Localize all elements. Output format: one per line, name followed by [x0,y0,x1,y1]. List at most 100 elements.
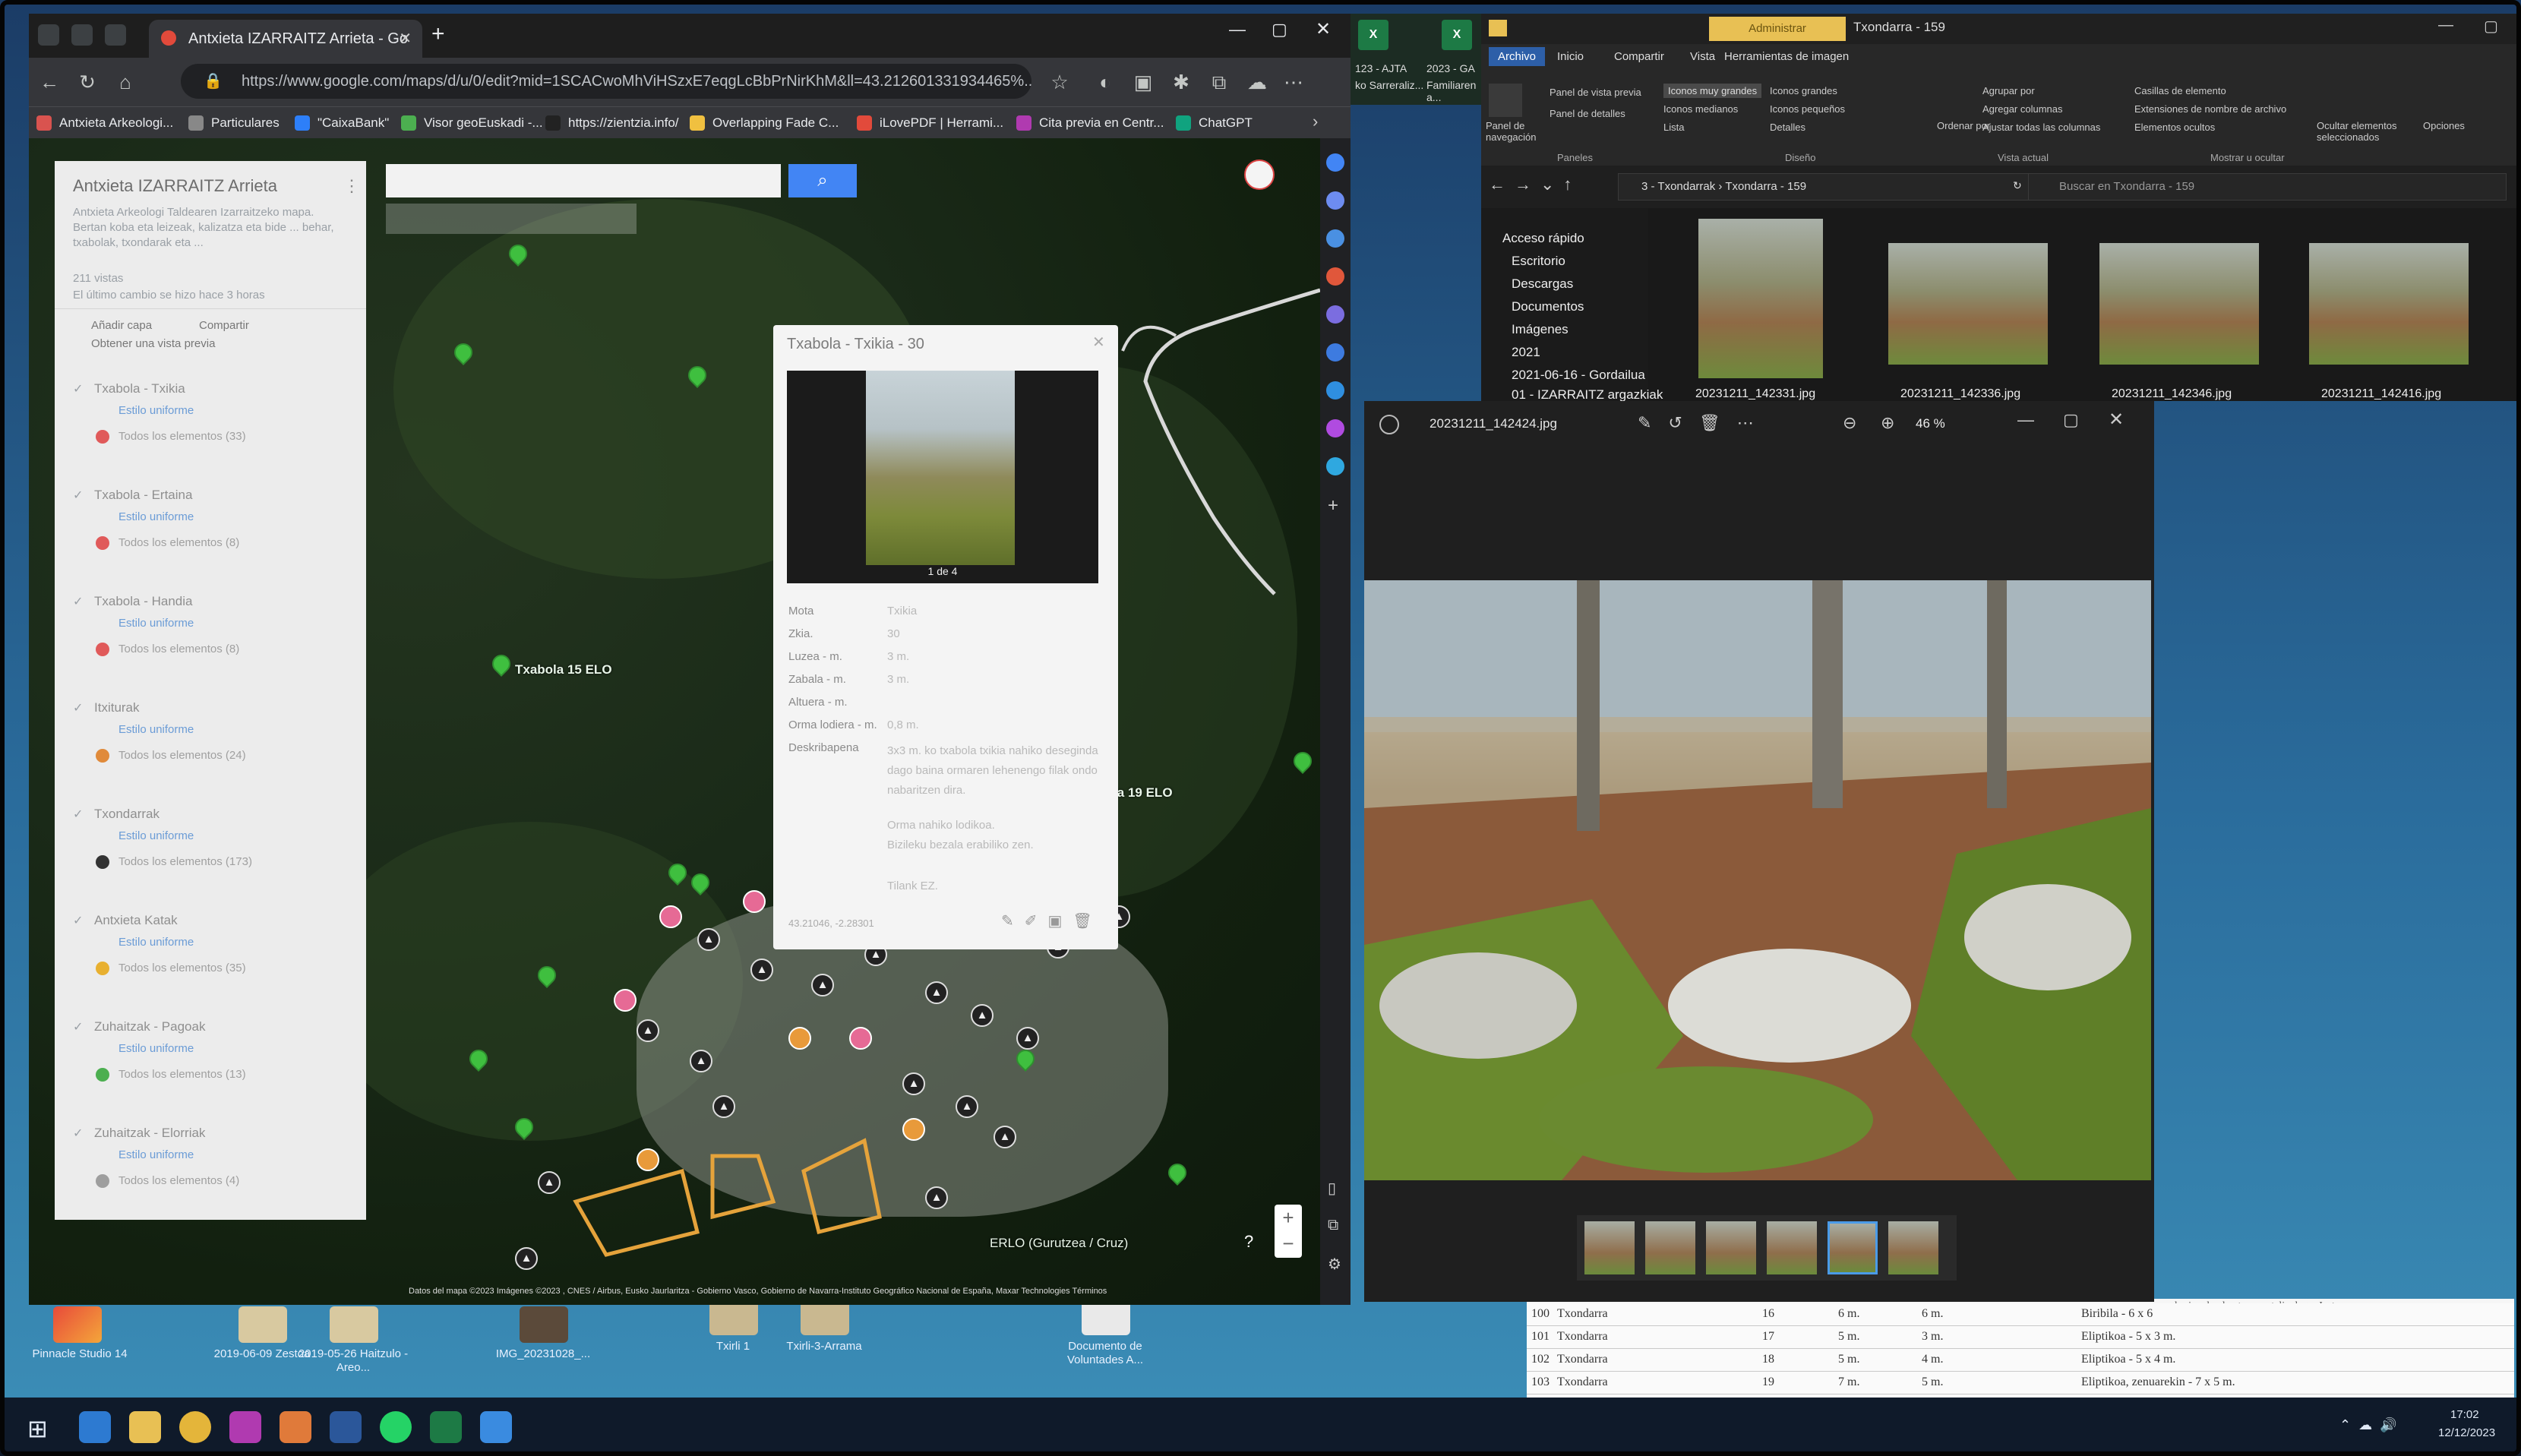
layer-style-link[interactable]: Estilo uniforme [118,723,194,736]
layer-style-link[interactable]: Estilo uniforme [118,510,194,523]
checkbox-icon[interactable]: ✓ [73,1126,83,1141]
bookmark-star-icon[interactable]: ☆ [1047,69,1073,95]
refresh-icon[interactable]: ↻ [2013,179,2022,192]
ribbon-button-label[interactable]: Iconos muy grandes [1663,84,1762,98]
filmstrip-thumb[interactable] [1584,1221,1635,1274]
start-icon[interactable]: ⊞ [27,1414,48,1443]
checkbox-icon[interactable]: ✓ [73,594,83,609]
extension-icon[interactable]: ✱ [1168,69,1194,95]
more-vert-icon[interactable]: ⋮ [343,176,360,196]
excel-icon[interactable] [430,1411,462,1443]
nav-item[interactable]: Escritorio [1512,254,1565,269]
ribbon-button-label[interactable]: Panel de vista previa [1550,87,1641,98]
breadcrumb-item[interactable]: Txondarra - 159 [1725,180,1806,193]
file-thumbnail[interactable] [2099,243,2259,365]
profile-icon[interactable] [38,24,59,46]
txondarra-marker[interactable]: ▲ [712,1095,735,1118]
tab-google-my-maps[interactable]: Antxieta IZARRAITZ Arrieta - Go ✕ [149,20,422,58]
zoom-controls[interactable]: + − [1275,1205,1302,1258]
nav-item[interactable]: Imágenes [1512,322,1569,337]
ribbon-button-label[interactable]: Elementos ocultos [2134,122,2215,133]
ribbon-button-label[interactable]: Ocultar elementos seleccionados [2317,120,2400,143]
tray-icons[interactable]: ⌃☁🔊 [2339,1417,2405,1433]
txondarra-marker[interactable]: ▲ [811,974,834,996]
file-thumbnail[interactable] [1888,243,2048,365]
ribbon-button-label[interactable]: Iconos medianos [1663,103,1738,115]
txondarra-marker[interactable]: ▲ [1016,1027,1039,1050]
itxitura-marker[interactable] [788,1027,811,1050]
bookmark-item[interactable]: Visor geoEuskadi -... [401,112,543,134]
side-app-icon[interactable] [1326,229,1344,248]
bookmark-item[interactable]: Overlapping Fade C... [690,112,839,134]
chevron-right-icon[interactable]: › [1313,112,1318,131]
ribbon-button-label[interactable]: Panel de detalles [1550,108,1625,119]
google-my-maps-canvas[interactable]: Txabola 15 ELO Txabola 19 ELO ▲ ▲ ▲ ▲ ▲ … [29,138,1320,1305]
txabola-marker[interactable] [743,890,766,913]
txondarra-marker[interactable]: ▲ [902,1072,925,1095]
txabola-marker[interactable] [614,989,637,1012]
ribbon-button-label[interactable]: Opciones [2423,120,2465,131]
nav-item[interactable]: 2021-06-16 - Gordailua [1512,368,1645,383]
side-app-icon[interactable] [1326,267,1344,286]
layer-txondarrak[interactable]: ✓ Txondarrak Estilo uniforme Todos los e… [73,807,346,905]
back-icon[interactable]: ← [36,69,62,95]
close-icon[interactable]: ✕ [1092,333,1105,352]
txondarra-marker[interactable]: ▲ [994,1126,1016,1148]
side-app-icon[interactable] [1326,419,1344,437]
layer-txabola-ertaina[interactable]: ✓ Txabola - Ertaina Estilo uniforme Todo… [73,488,346,586]
ribbon-button-label[interactable]: Panel de navegación [1486,120,1539,143]
bookmark-item[interactable]: "CaixaBank" [295,112,389,134]
zoom-in-icon[interactable]: ⊕ [1881,413,1894,433]
layer-all-items[interactable]: Todos los elementos (4) [118,1174,239,1187]
table-row[interactable]: 103 Txondarra 19 7 m. 5 m. Eliptikoa, ze… [1527,1372,2514,1394]
ribbon-button-label[interactable]: Lista [1663,122,1684,133]
new-tab-button[interactable]: + [431,21,445,47]
search-icon[interactable]: ⌕ [788,164,857,197]
layer-all-items[interactable]: Todos los elementos (173) [118,855,252,868]
feature-photo[interactable]: 1 de 4 [787,371,1098,583]
txondarra-marker[interactable]: ▲ [697,928,720,951]
search-input[interactable]: Buscar en Txondarra - 159 [2028,173,2507,201]
ribbon-button-label[interactable]: Agregar columnas [1982,103,2063,115]
ribbon-button-label[interactable]: Detalles [1770,122,1805,133]
layer-style-link[interactable]: Estilo uniforme [118,936,194,949]
minimize-icon[interactable]: — [2438,17,2453,34]
txondarra-marker[interactable]: ▲ [637,1019,659,1042]
txondarra-marker[interactable]: ▲ [538,1171,561,1194]
ribbon-tab[interactable]: Inicio [1557,50,1584,63]
preview-button[interactable]: Obtener una vista previa [91,337,215,350]
photos-icon[interactable] [280,1411,311,1443]
txondarra-marker[interactable]: ▲ [971,1004,994,1027]
txabola-marker[interactable] [849,1027,872,1050]
ribbon-tab[interactable]: Herramientas de imagen [1724,50,1849,63]
layer-itxiturak[interactable]: ✓ Itxiturak Estilo uniforme Todos los el… [73,700,346,799]
search-icon[interactable] [1326,191,1344,210]
ribbon-button-label[interactable]: Extensiones de nombre de archivo [2134,103,2286,115]
breadcrumb-item[interactable]: 3 - Txondarrak [1641,180,1715,193]
card-actions[interactable]: ✎✐▣🗑 [1001,911,1103,930]
ribbon-tab[interactable]: Compartir [1614,50,1664,63]
itxitura-marker[interactable] [902,1118,925,1141]
bookmark-item[interactable]: Particulares [188,112,280,134]
minimize-icon[interactable]: — [2017,410,2034,430]
ribbon-button-label[interactable]: Iconos grandes [1770,85,1837,96]
nav-quick-access[interactable]: Acceso rápido [1502,231,1584,246]
ribbon-button-label[interactable]: Casillas de elemento [2134,85,2226,96]
filmstrip-thumb[interactable] [1767,1221,1817,1274]
bookmark-item[interactable]: ChatGPT [1176,112,1253,134]
reload-icon[interactable]: ↻ [74,69,100,95]
side-app-icon[interactable] [1326,153,1344,172]
itxitura-marker[interactable] [637,1148,659,1171]
map-title[interactable]: Antxieta IZARRAITZ Arrieta [73,176,277,196]
nav-item[interactable]: 2021 [1512,345,1540,360]
menu-dots-icon[interactable]: ⋯ [1281,69,1306,95]
extension-icon[interactable]: ⧉ [1206,69,1232,95]
extension-icon[interactable]: ◐ [1092,69,1118,95]
nav-item[interactable]: Documentos [1512,299,1584,314]
home-icon[interactable]: ⌂ [112,69,138,95]
table-row[interactable]: 100 Txondarra 16 6 m. 6 m. Biribila - 6 … [1527,1303,2514,1326]
help-icon[interactable]: ? [1244,1232,1253,1252]
ribbon-button-label[interactable]: Ajustar todas las columnas [1982,122,2100,133]
nav-pane-icon[interactable] [1489,84,1522,117]
txondarra-marker[interactable]: ▲ [925,1186,948,1209]
